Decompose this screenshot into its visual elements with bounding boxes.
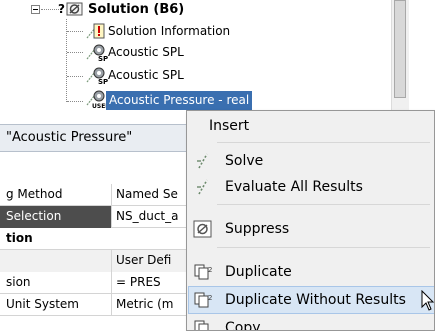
sp-tag: SP [98, 55, 109, 63]
property-label [0, 250, 112, 272]
menu-item-label: Evaluate All Results [225, 179, 363, 195]
menu-separator [217, 247, 430, 248]
menu-duplicate-without-results[interactable]: 2 Duplicate Without Results [188, 286, 434, 314]
svg-text:2: 2 [208, 294, 212, 302]
suppress-icon [193, 220, 213, 238]
svg-text:2: 2 [208, 266, 212, 274]
tree-connector [67, 76, 83, 77]
details-row[interactable]: sion = PRES [0, 272, 200, 294]
menu-item-label: Duplicate Without Results [225, 292, 406, 308]
menu-item-label: Solve [225, 153, 264, 169]
menu-insert[interactable]: Insert [189, 113, 434, 139]
details-row[interactable]: Selection NS_duct_a [0, 206, 200, 228]
tree-connector [41, 9, 59, 10]
menu-item-label: Suppress [225, 221, 290, 237]
menu-item-label: Duplicate [225, 264, 292, 280]
info-icon [86, 23, 105, 39]
details-row[interactable]: Unit System Metric (m [0, 294, 200, 316]
sp-tag: SP [98, 78, 109, 86]
mouse-cursor-icon [421, 289, 435, 312]
scrollbar-thumb[interactable] [394, 0, 406, 98]
menu-solve[interactable]: Solve [189, 148, 434, 174]
collapse-toggle[interactable] [31, 5, 40, 14]
details-title: "Acoustic Pressure" [0, 124, 200, 152]
menu-duplicate[interactable]: 2 Duplicate [189, 259, 434, 285]
details-group-row[interactable]: tion [0, 228, 200, 250]
context-menu: Insert Solve Evaluate All Results Suppre… [186, 110, 435, 331]
tree-connector [67, 31, 83, 32]
menu-separator [217, 142, 430, 143]
tree-root-label[interactable]: Solution (B6) [88, 0, 184, 19]
property-label: Unit System [0, 294, 112, 316]
tree-item-label[interactable]: Acoustic SPL [108, 43, 184, 62]
tree-item-label-selected[interactable]: Acoustic Pressure - real [106, 91, 253, 110]
duplicate-icon: 2 [193, 291, 213, 309]
duplicate-icon: 2 [193, 263, 213, 281]
details-row[interactable]: g Method Named Se [0, 184, 200, 206]
copy-icon [193, 319, 213, 330]
solve-icon [193, 152, 213, 170]
menu-copy[interactable]: Copy [189, 315, 434, 331]
tree-item-label[interactable]: Solution Information [108, 22, 230, 41]
menu-item-label: Insert [209, 118, 250, 134]
property-label: Selection [0, 206, 112, 228]
outline-tree: ? Solution (B6) Solution Information SP … [0, 0, 390, 120]
status-question-icon: ? [58, 2, 65, 16]
details-row[interactable]: User Defi [0, 250, 200, 272]
property-label: sion [0, 272, 112, 294]
evaluate-icon [193, 178, 213, 196]
menu-evaluate-all-results[interactable]: Evaluate All Results [189, 174, 434, 200]
solution-icon [66, 1, 84, 17]
tree-connector [67, 101, 83, 102]
tree-item-label[interactable]: Acoustic SPL [108, 66, 184, 85]
tree-scrollbar[interactable] [391, 0, 409, 120]
menu-item-label: Copy [225, 320, 261, 331]
group-header: tion [6, 231, 33, 245]
property-label: g Method [0, 184, 112, 206]
menu-suppress[interactable]: Suppress [189, 216, 434, 242]
tree-connector [67, 52, 83, 53]
menu-separator [217, 204, 430, 205]
